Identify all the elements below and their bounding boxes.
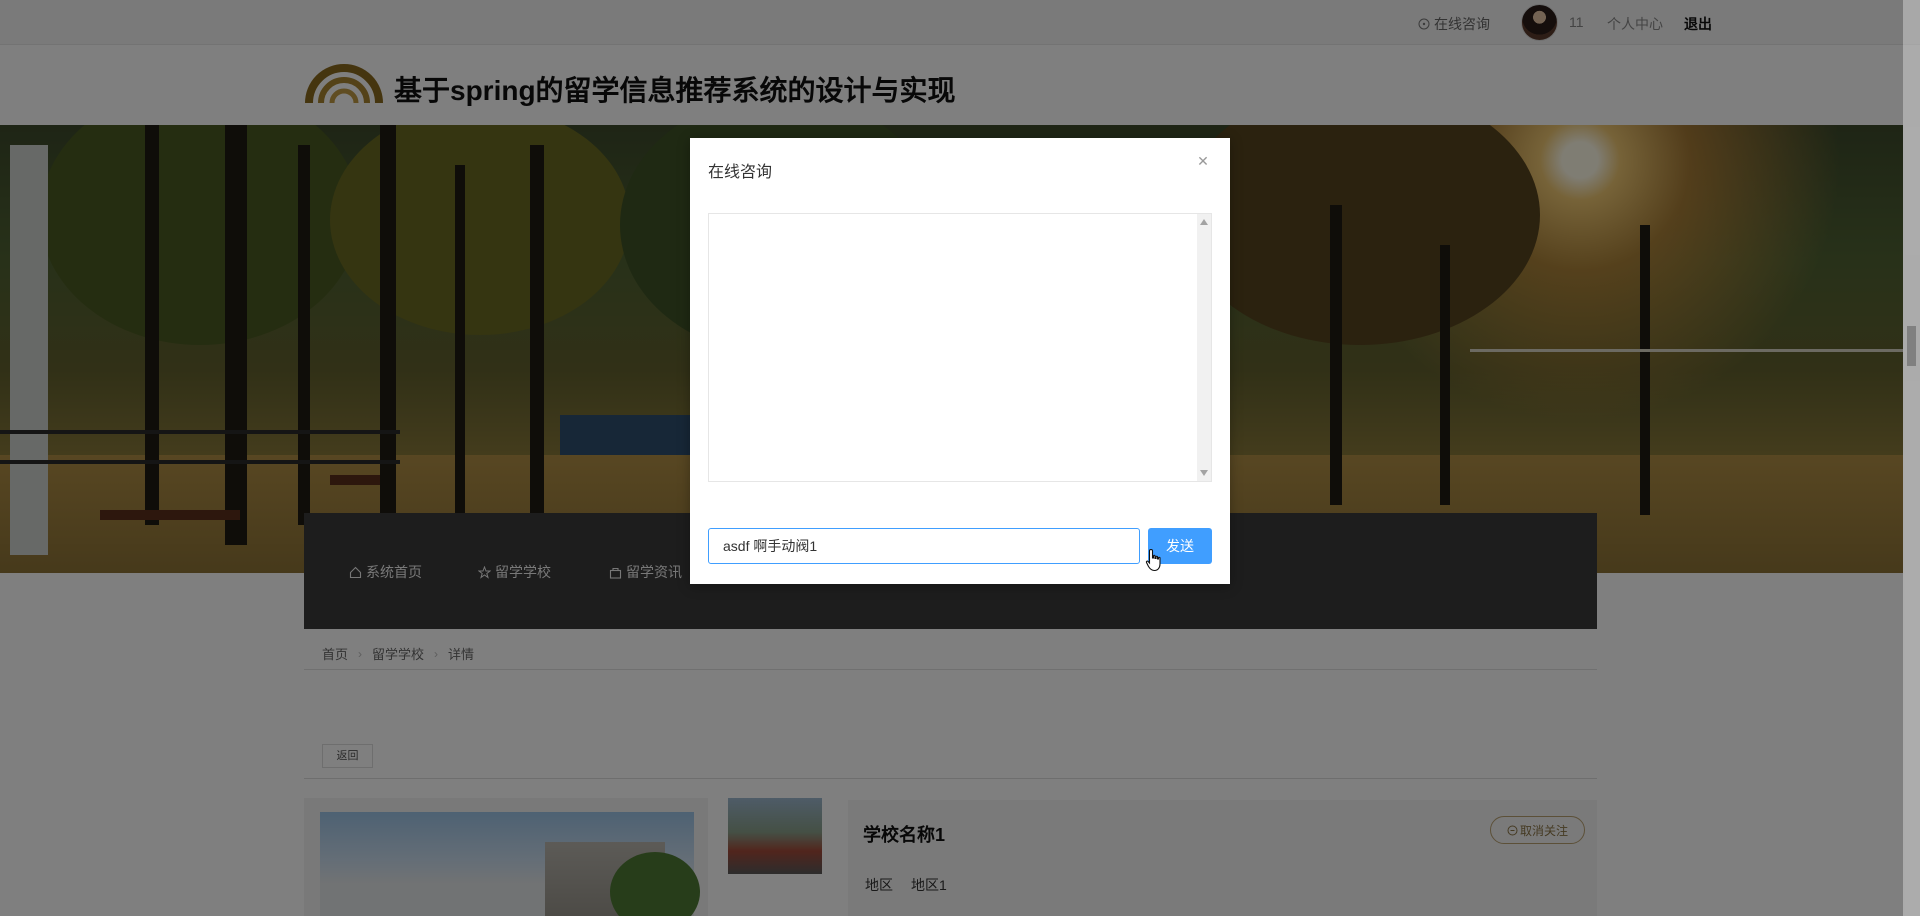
scroll-down-icon[interactable] [1200, 470, 1208, 476]
chat-history[interactable] [708, 213, 1212, 482]
chat-scrollbar[interactable] [1197, 214, 1211, 481]
page-scrollbar-thumb[interactable] [1907, 326, 1916, 366]
dialog-title: 在线咨询 [708, 164, 773, 181]
close-icon[interactable]: ✕ [1196, 154, 1210, 168]
consult-dialog: 在线咨询 ✕ 发送 [690, 138, 1230, 584]
hand-cursor-icon [1145, 548, 1161, 572]
message-input[interactable] [708, 528, 1140, 564]
page-scrollbar[interactable] [1903, 0, 1920, 916]
scroll-up-icon[interactable] [1200, 219, 1208, 225]
